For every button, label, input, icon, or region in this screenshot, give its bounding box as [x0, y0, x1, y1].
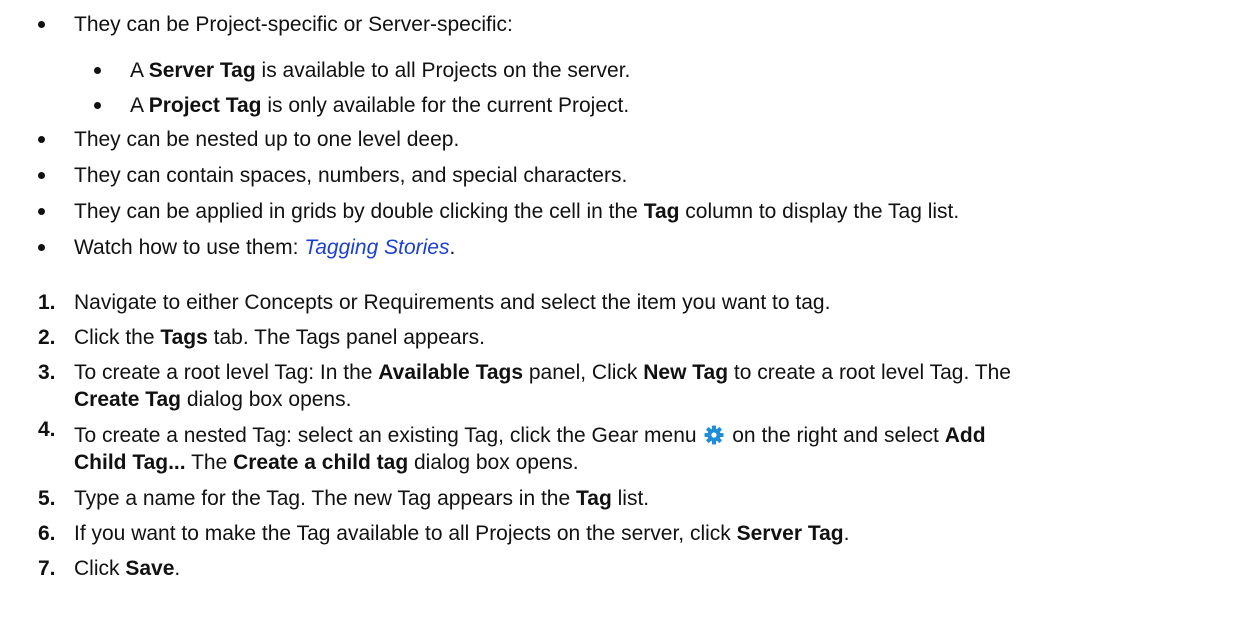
step-text: Navigate to either Concepts or Requireme…: [74, 291, 831, 314]
text-segment: Click: [74, 557, 126, 580]
term-child-tag: Child Tag...: [74, 451, 186, 474]
step-number: 2.: [38, 326, 56, 349]
term-project-tag: Project Tag: [148, 94, 262, 117]
bullet-server-tag: A Server Tag is available to all Project…: [130, 59, 630, 83]
bullet-nested: They can be nested up to one level deep.: [74, 128, 459, 152]
term-create-tag: Create Tag: [74, 388, 181, 411]
bullet-text: They can be Project-specific or Server-s…: [74, 13, 513, 36]
text-segment: A: [130, 59, 149, 82]
step-server-tag: If you want to make the Tag available to…: [74, 522, 849, 546]
text-segment: to create a root level Tag. The: [728, 361, 1011, 384]
step-number: 4.: [38, 418, 56, 441]
text-segment: .: [174, 557, 181, 580]
bullet-project-tag: A Project Tag is only available for the …: [130, 94, 629, 118]
bullet-watch: Watch how to use them: Tagging Stories.: [74, 236, 455, 260]
term-save: Save: [125, 557, 175, 580]
step-click-tags: Click the Tags tab. The Tags panel appea…: [74, 326, 485, 350]
bullet-grids: They can be applied in grids by double c…: [74, 200, 959, 224]
step-navigate: Navigate to either Concepts or Requireme…: [74, 291, 830, 315]
bullet-text: They can be nested up to one level deep.: [74, 128, 460, 151]
step-number: 1.: [38, 291, 56, 314]
tagging-stories-link[interactable]: Tagging Stories: [304, 236, 449, 259]
text-segment: The: [185, 451, 234, 474]
text-segment: dialog box opens.: [408, 451, 579, 474]
text-segment: To create a nested Tag: select an existi…: [74, 424, 703, 447]
step-number: 5.: [38, 487, 56, 510]
text-segment: column to display the Tag list.: [679, 200, 960, 223]
term-tags: Tags: [160, 326, 208, 349]
bullet-characters: They can contain spaces, numbers, and sp…: [74, 164, 627, 188]
text-segment: They can be applied in grids by double c…: [74, 200, 644, 223]
step-root-tag-line2: Create Tag dialog box opens.: [74, 388, 351, 412]
bullet-dot: [38, 136, 45, 143]
term-new-tag: New Tag: [643, 361, 729, 384]
term-tag: Tag: [576, 487, 612, 510]
text-segment: If you want to make the Tag available to…: [74, 522, 737, 545]
text-segment: list.: [611, 487, 650, 510]
text-segment: A: [130, 94, 149, 117]
step-number: 3.: [38, 361, 56, 384]
text-segment: panel, Click: [523, 361, 644, 384]
step-number: 6.: [38, 522, 56, 545]
step-save: Click Save.: [74, 557, 180, 581]
text-segment: To create a root level Tag: In the: [74, 361, 379, 384]
term-server-tag: Server Tag: [148, 59, 256, 82]
term-server-tag: Server Tag: [736, 522, 844, 545]
text-segment: .: [449, 236, 456, 259]
step-number: 7.: [38, 557, 56, 580]
bullet-dot: [94, 102, 101, 109]
bullet-dot: [38, 244, 45, 251]
text-segment: Type a name for the Tag. The new Tag app…: [74, 487, 577, 510]
text-segment: dialog box opens.: [180, 388, 352, 411]
term-add: Add: [944, 424, 986, 447]
term-tag: Tag: [643, 200, 680, 223]
step-type-name: Type a name for the Tag. The new Tag app…: [74, 487, 649, 511]
bullet-text: They can contain spaces, numbers, and sp…: [74, 164, 628, 187]
bullet-dot: [38, 172, 45, 179]
text-segment: tab. The Tags panel appears.: [207, 326, 485, 349]
bullet-dot: [38, 208, 45, 215]
bullet-dot: [38, 21, 45, 28]
step-root-tag-line1: To create a root level Tag: In the Avail…: [74, 361, 1011, 385]
text-segment: .: [843, 522, 850, 545]
bullet-project-or-server: They can be Project-specific or Server-s…: [74, 13, 513, 37]
text-segment: Click the: [74, 326, 161, 349]
gear-icon: [704, 425, 724, 445]
text-segment: on the right and select: [726, 424, 945, 447]
step-nested-tag-line1: To create a nested Tag: select an existi…: [74, 424, 986, 448]
term-available-tags: Available Tags: [378, 361, 524, 384]
text-segment: is available to all Projects on the serv…: [255, 59, 631, 82]
bullet-dot: [94, 67, 101, 74]
term-create-child-tag: Create a child tag: [233, 451, 409, 474]
step-nested-tag-line2: Child Tag... The Create a child tag dial…: [74, 451, 579, 475]
text-segment: Watch how to use them:: [74, 236, 305, 259]
text-segment: is only available for the current Projec…: [261, 94, 630, 117]
